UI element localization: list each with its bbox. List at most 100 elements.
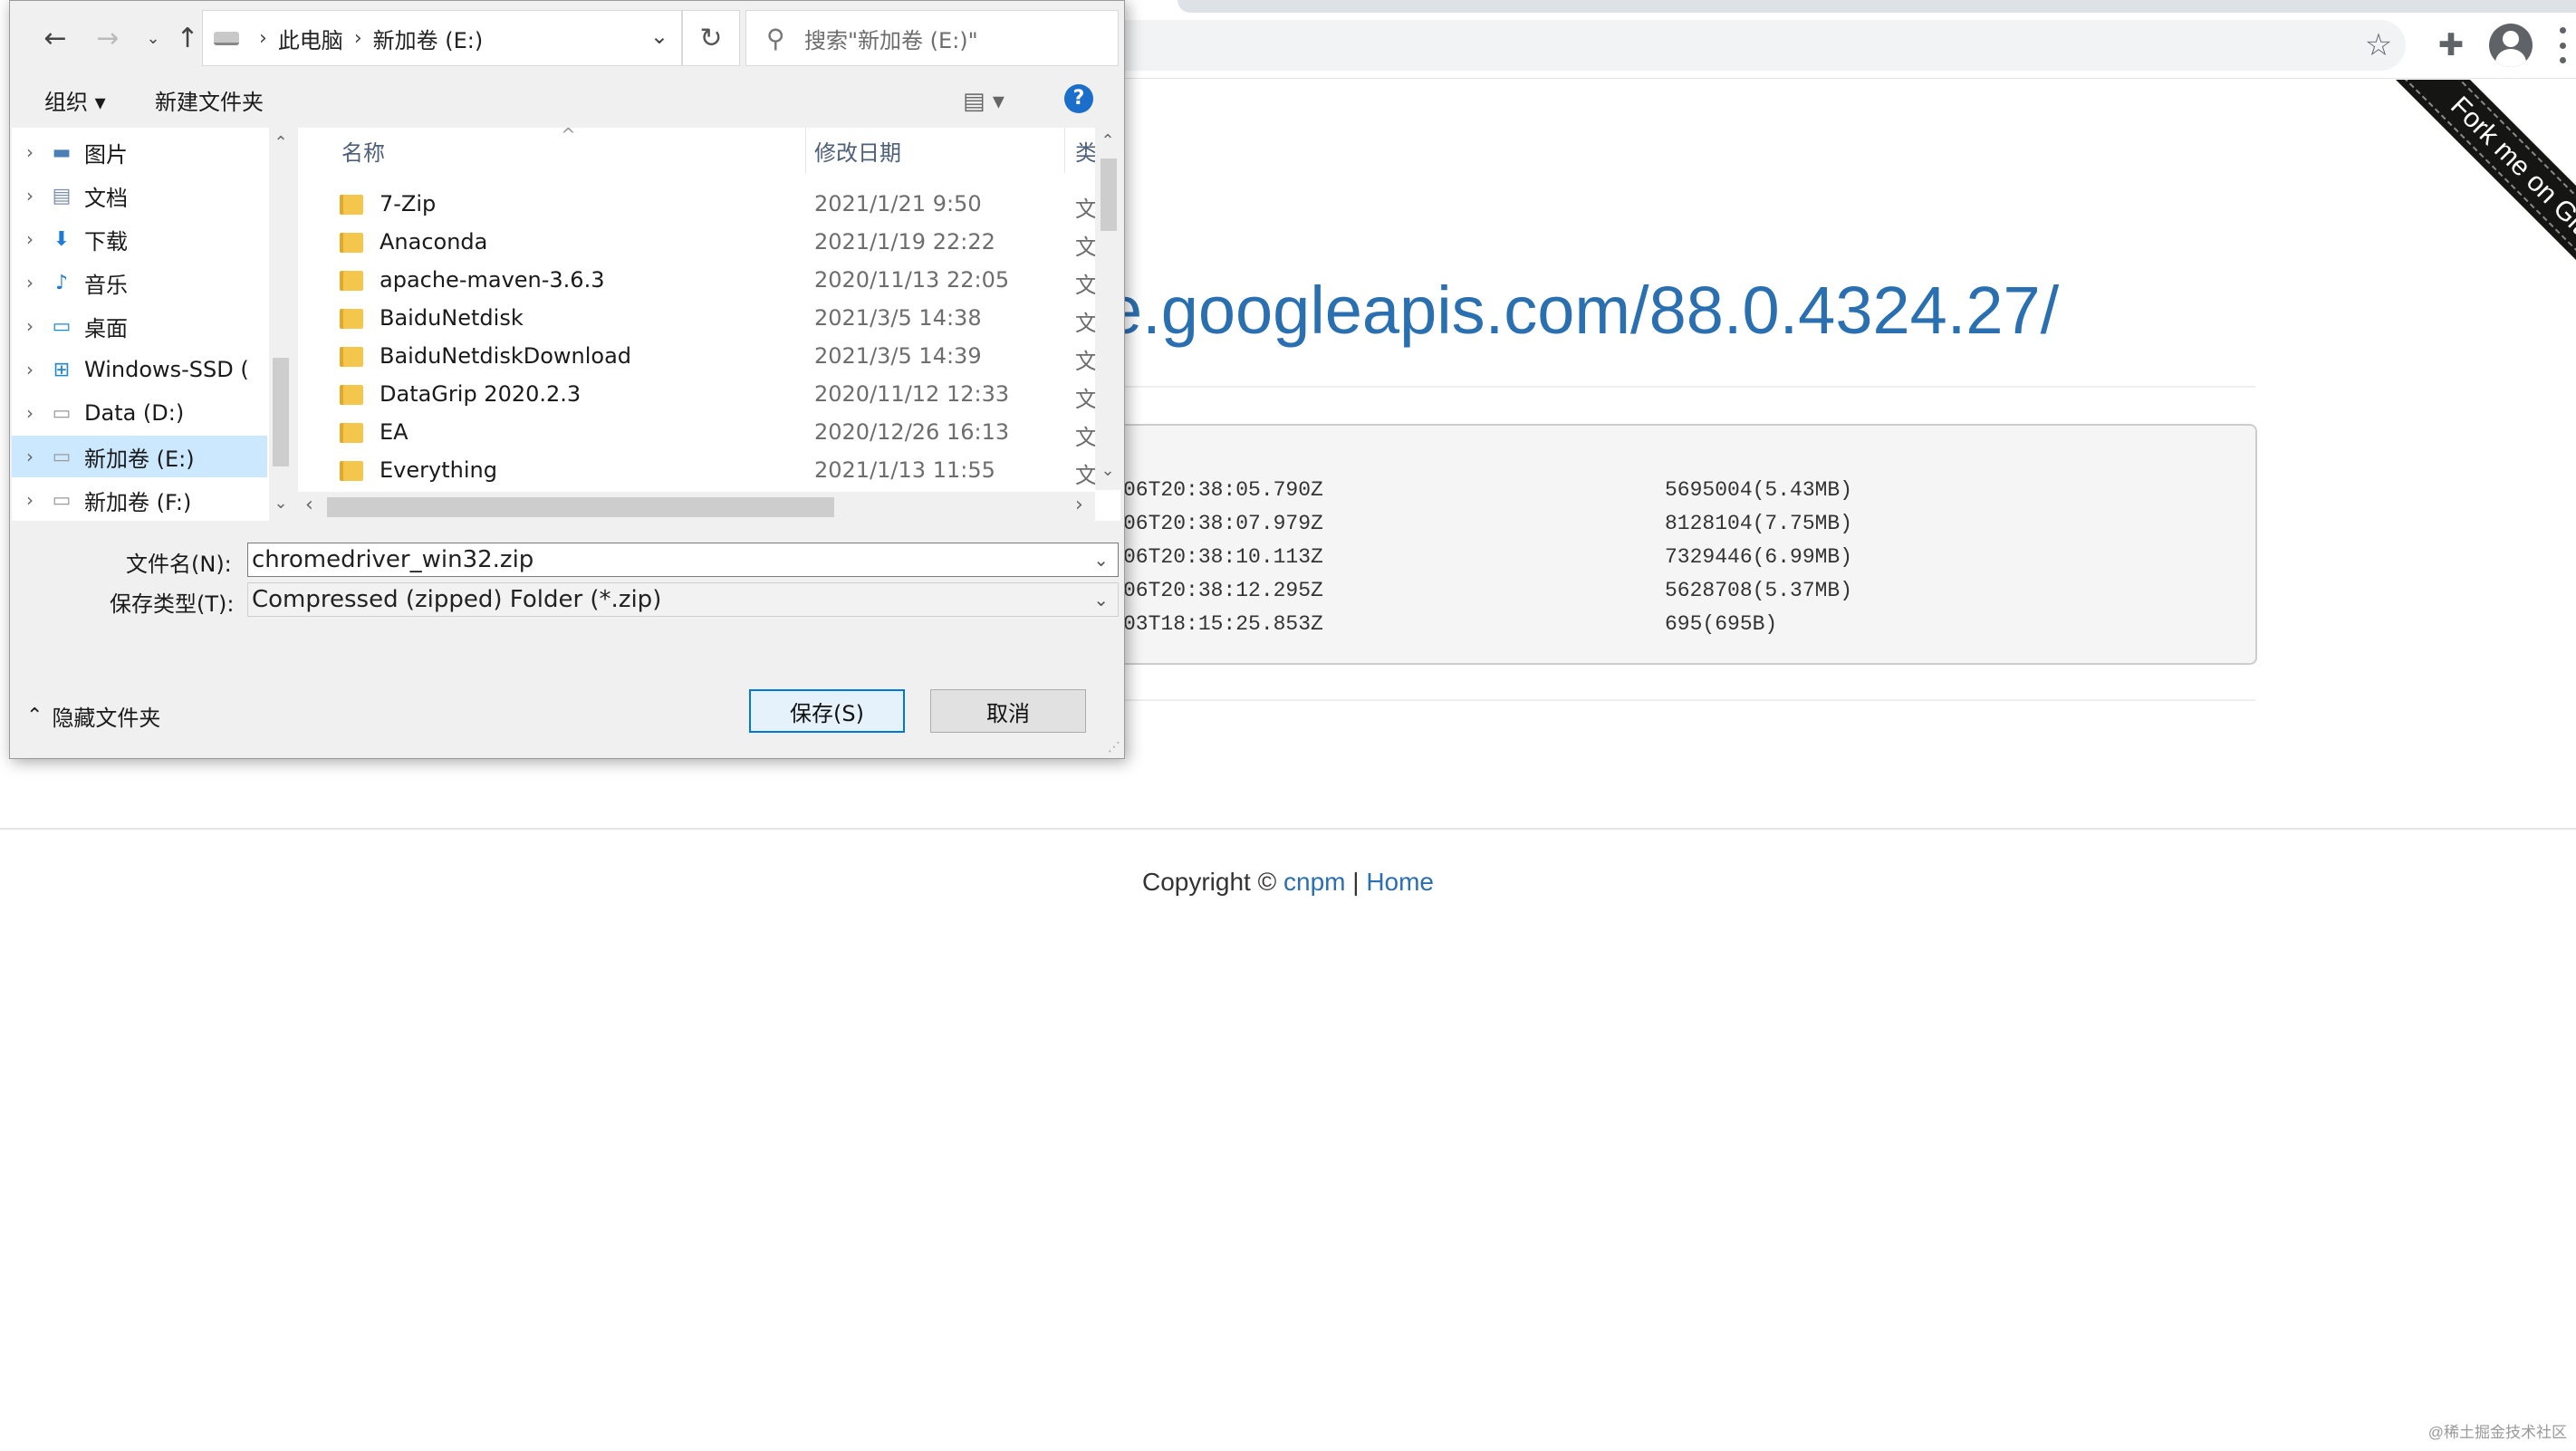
nav-item-downloads[interactable]: › ⬇ 下载 (12, 218, 267, 260)
footer-divider (0, 828, 2576, 830)
listing-row: 06T20:38:07.979Z 8128104(7.75MB) (1123, 512, 1853, 535)
scroll-down-icon[interactable]: ⌄ (1095, 461, 1120, 480)
github-ribbon-label: Fork me on GitHub (2391, 80, 2576, 315)
file-list-hscrollbar[interactable]: ‹ › (298, 492, 1095, 521)
file-row[interactable]: EA 2020/12/26 16:13 文 (298, 414, 1104, 452)
footer: Copyright © cnpm | Home (1141, 868, 1435, 896)
column-header-name[interactable]: 名称 (341, 128, 385, 173)
extensions-icon[interactable]: ✚ (2431, 25, 2471, 65)
nav-item-desktop[interactable]: › ▭ 桌面 (12, 305, 267, 347)
help-icon[interactable]: ? (1064, 84, 1093, 113)
address-bar[interactable] (1123, 20, 2406, 71)
drive-icon: ▭ (52, 445, 72, 468)
view-options-icon[interactable]: ▤ ▾ (963, 88, 1004, 115)
chevron-down-icon[interactable]: ⌄ (1093, 549, 1109, 571)
folder-icon (340, 461, 363, 481)
organize-button[interactable]: 组织 ▾ (44, 84, 106, 116)
breadcrumb-this-pc[interactable]: 此电脑 (278, 23, 343, 54)
listing-row: 03T18:15:25.853Z 695(695B) (1123, 612, 1778, 636)
profile-avatar-icon[interactable] (2489, 24, 2533, 67)
watermark: @稀土掘金技术社区 (2427, 1424, 2567, 1441)
github-ribbon[interactable]: Fork me on GitHub (2319, 80, 2576, 315)
nav-scrollbar[interactable]: ⌃ ⌄ (269, 128, 293, 521)
nav-item-data-d[interactable]: › ▭ Data (D:) (12, 392, 267, 434)
scroll-thumb[interactable] (273, 358, 289, 466)
file-row[interactable]: 7-Zip 2021/1/21 9:50 文 (298, 186, 1104, 224)
pictures-icon: ▬ (52, 140, 72, 164)
divider (1123, 386, 2255, 388)
home-link[interactable]: Home (1366, 868, 1434, 896)
scroll-left-icon[interactable]: ‹ (305, 494, 313, 516)
scroll-up-icon[interactable]: ⌃ (1095, 131, 1120, 150)
chevron-up-icon: ⌃ (26, 705, 43, 727)
file-list-vscrollbar[interactable]: ⌃ ⌄ (1095, 128, 1120, 490)
scroll-up-icon[interactable]: ⌃ (269, 133, 293, 152)
drive-icon: ▭ (52, 488, 72, 512)
filetype-select[interactable]: Compressed (zipped) Folder (*.zip) ⌄ (247, 582, 1119, 617)
folder-icon (340, 347, 363, 367)
chevron-right-icon[interactable]: › (12, 446, 48, 467)
search-input[interactable]: ⚲ 搜索"新加卷 (E:)" (745, 10, 1119, 66)
chevron-right-icon[interactable]: › (12, 141, 48, 163)
search-placeholder: 搜索"新加卷 (E:)" (804, 27, 978, 53)
resize-grip-icon[interactable]: ⋰ (1108, 740, 1120, 754)
file-row[interactable]: apache-maven-3.6.3 2020/11/13 22:05 文 (298, 262, 1104, 300)
back-arrow-icon[interactable]: ← (35, 14, 75, 62)
file-row[interactable]: DataGrip 2020.2.3 2020/11/12 12:33 文 (298, 376, 1104, 414)
chevron-right-icon: › (259, 26, 267, 50)
save-as-dialog: ← → ⌄ ↑ › 此电脑 › 新加卷 (E:) ⌄ ↻ ⚲ 搜索"新加卷 (E… (9, 0, 1125, 759)
tab-strip (1177, 0, 2576, 13)
file-row[interactable]: BaiduNetdiskDownload 2021/3/5 14:39 文 (298, 338, 1104, 376)
forward-arrow-icon[interactable]: → (88, 14, 128, 62)
sort-caret-icon: ^ (561, 128, 576, 146)
file-list: ^ 名称 修改日期 类 7-Zip 2021/1/21 9:50 文 Anacond… (298, 128, 1120, 521)
nav-item-drive-f[interactable]: › ▭ 新加卷 (F:) (12, 479, 267, 521)
chevron-down-icon[interactable]: ⌄ (1093, 589, 1109, 610)
column-divider[interactable] (805, 128, 806, 173)
file-row[interactable]: BaiduNetdisk 2021/3/5 14:38 文 (298, 300, 1104, 338)
nav-item-documents[interactable]: › ▤ 文档 (12, 175, 267, 216)
documents-icon: ▤ (52, 184, 72, 207)
scroll-down-icon[interactable]: ⌄ (269, 494, 293, 513)
breadcrumb-drive-e[interactable]: 新加卷 (E:) (373, 23, 484, 54)
cnpm-link[interactable]: cnpm (1283, 868, 1345, 896)
cancel-button[interactable]: 取消 (930, 689, 1086, 733)
scroll-thumb[interactable] (327, 497, 834, 517)
music-icon: ♪ (54, 271, 69, 294)
scroll-right-icon[interactable]: › (1075, 494, 1083, 516)
chevron-right-icon[interactable]: › (12, 489, 48, 511)
folder-icon (340, 423, 363, 443)
nav-item-music[interactable]: › ♪ 音乐 (12, 262, 267, 303)
filename-input[interactable]: chromedriver_win32.zip ⌄ (247, 543, 1119, 577)
command-bar: 组织 ▾ 新建文件夹 ▤ ▾ (10, 75, 1124, 126)
bookmark-star-icon[interactable]: ☆ (2359, 25, 2398, 65)
column-divider[interactable] (1064, 128, 1065, 173)
chevron-right-icon[interactable]: › (12, 315, 48, 337)
column-header-date[interactable]: 修改日期 (814, 128, 901, 173)
chevron-down-icon[interactable]: ⌄ (650, 24, 668, 49)
chevron-right-icon[interactable]: › (12, 228, 48, 250)
chevron-right-icon[interactable]: › (12, 272, 48, 293)
folder-icon (340, 233, 363, 253)
nav-item-windows-ssd[interactable]: › ⊞ Windows-SSD ( (12, 349, 267, 390)
chevron-right-icon[interactable]: › (12, 402, 48, 424)
save-button[interactable]: 保存(S) (749, 689, 905, 733)
file-row[interactable]: Everything 2021/1/13 11:55 文 (298, 452, 1104, 490)
column-header-type[interactable]: 类 (1075, 128, 1097, 173)
refresh-icon[interactable]: ↻ (682, 10, 740, 66)
hide-folders-toggle[interactable]: ⌃ 隐藏文件夹 (26, 700, 160, 732)
nav-item-pictures[interactable]: › ▬ 图片 (12, 131, 267, 173)
scroll-thumb[interactable] (1101, 159, 1117, 231)
new-folder-button[interactable]: 新建文件夹 (155, 84, 264, 116)
folder-icon (340, 385, 363, 405)
breadcrumb[interactable]: › 此电脑 › 新加卷 (E:) ⌄ (202, 10, 682, 66)
filetype-label: 保存类型(T): (110, 591, 235, 617)
drive-icon: ▭ (52, 401, 72, 425)
folder-icon (340, 271, 363, 291)
menu-kebab-icon[interactable] (2560, 27, 2567, 63)
nav-item-drive-e[interactable]: › ▭ 新加卷 (E:) (12, 436, 267, 477)
file-row[interactable]: Anaconda 2021/1/19 22:22 文 (298, 224, 1104, 262)
chevron-right-icon[interactable]: › (12, 359, 48, 380)
listing-row: 06T20:38:05.790Z 5695004(5.43MB) (1123, 478, 1853, 502)
chevron-right-icon[interactable]: › (12, 185, 48, 207)
